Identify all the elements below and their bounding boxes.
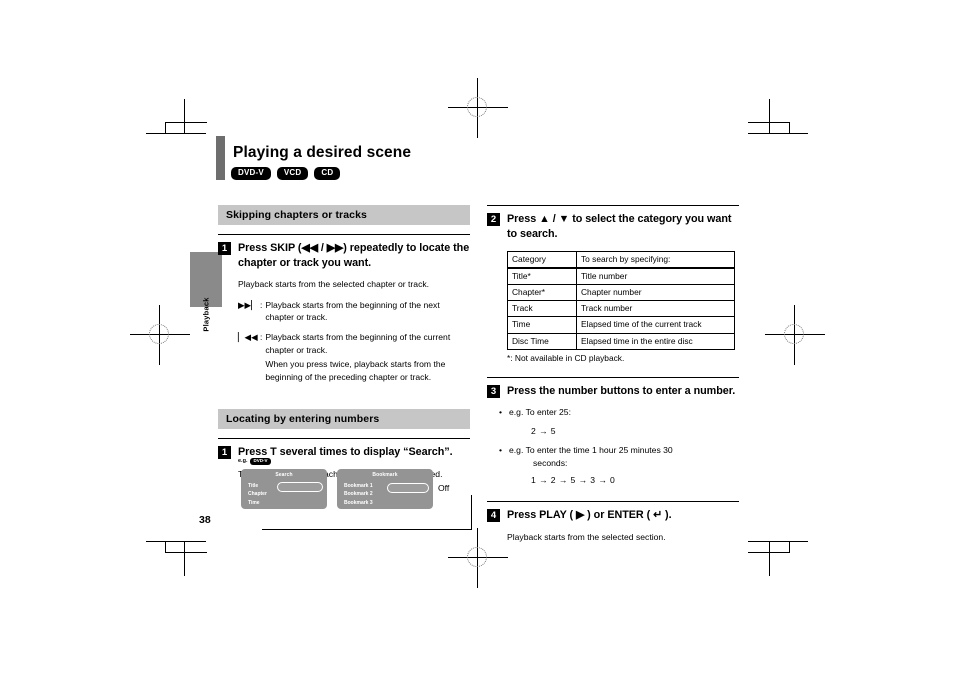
step-3: 3 Press the number buttons to enter a nu… xyxy=(487,376,739,486)
page-canvas: Playing a desired scene DVD-V VCD CD Pla… xyxy=(0,0,954,675)
step-title: Press PLAY ( ▶ ) or ENTER ( ↵ ). xyxy=(507,509,672,522)
osd-diagram: e.g. DVD-V Search Title Chapter Time Boo… xyxy=(238,458,478,538)
symbol-text-extra: When you press twice, playback starts fr… xyxy=(265,359,446,382)
table-cell-description: Elapsed time in the entire disc xyxy=(576,332,735,350)
disc-badge-dvd-v: DVD-V xyxy=(231,167,271,180)
table-header-description: To search by specifying: xyxy=(576,251,735,270)
example-sequence-2: 1 → 2 → 5 → 3 → 0 xyxy=(531,475,616,486)
osd-row-title: Title xyxy=(248,483,259,489)
symbol-row-current: ▏◀◀ : Playback starts from the beginning… xyxy=(218,331,470,383)
side-tab-label: Playback xyxy=(201,297,211,332)
osd-row-chapter: Chapter xyxy=(248,491,267,498)
osd-row-time: Time xyxy=(248,499,260,506)
osd-row-bookmark-1: Bookmark 1 xyxy=(344,483,373,489)
step-2: 2 Press ▲ / ▼ to select the category you… xyxy=(487,205,739,363)
symbol-text: Playback starts from the beginning of th… xyxy=(265,332,451,355)
step-number-badge: 4 xyxy=(487,509,500,523)
step-number-badge: 3 xyxy=(487,384,500,398)
step-number-badge: 1 xyxy=(218,446,231,460)
step-skip-1: 1 Press SKIP (◀◀ / ▶▶) repeatedly to loc… xyxy=(218,234,470,383)
table-footnote: *: Not available in CD playback. xyxy=(507,352,625,363)
skip-back-icon: ▏◀◀ : xyxy=(238,332,263,343)
table-row: Time Elapsed time of the current track xyxy=(507,316,735,334)
osd-row-bookmark-2: Bookmark 2 xyxy=(344,491,373,498)
step-number-badge: 1 xyxy=(218,242,231,255)
step-title: Press ▲ / ▼ to select the category you w… xyxy=(507,213,732,240)
osd-panel-title: Search xyxy=(275,472,293,478)
page-number: 38 xyxy=(199,514,211,526)
osd-panel-search: Search Title Chapter Time xyxy=(241,469,327,509)
osd-off-label: Off xyxy=(438,483,450,493)
table-row: Title* Title number xyxy=(507,267,735,286)
osd-panel-title: Bookmark xyxy=(372,472,398,478)
title-accent-bar xyxy=(216,136,225,180)
table-cell-description: Title number xyxy=(576,267,735,286)
registration-mark-right xyxy=(765,305,825,365)
osd-input-field xyxy=(277,482,323,492)
table-cell-description: Track number xyxy=(576,300,735,318)
disc-badge-group: DVD-V VCD CD xyxy=(231,167,341,180)
registration-mark-left xyxy=(130,305,190,365)
disc-badge-dvd-v-small: DVD-V xyxy=(250,458,271,465)
table-cell-category: Disc Time xyxy=(507,332,577,350)
disc-badge-cd: CD xyxy=(314,167,341,180)
table-cell-description: Chapter number xyxy=(576,284,735,302)
example-bullet-2-continued: seconds: xyxy=(533,458,568,469)
osd-input-field xyxy=(387,483,429,493)
example-label: e.g. xyxy=(238,458,248,465)
osd-panel-bookmark: Bookmark Bookmark 1 Bookmark 2 Bookmark … xyxy=(337,469,433,509)
step-body: Playback starts from the selected chapte… xyxy=(238,279,430,290)
table-row: Chapter* Chapter number xyxy=(507,284,735,302)
table-cell-category: Chapter* xyxy=(507,284,577,302)
step-title: Press SKIP (◀◀ / ▶▶) repeatedly to locat… xyxy=(238,242,470,269)
step-body: Playback starts from the selected sectio… xyxy=(507,531,666,542)
page-title: Playing a desired scene xyxy=(233,144,412,161)
section-heading-skipping: Skipping chapters or tracks xyxy=(218,205,470,225)
diagram-leader-line-horizontal xyxy=(262,529,472,530)
diagram-leader-line-vertical xyxy=(471,495,472,530)
example-bullet-1: e.g. To enter 25: xyxy=(487,406,739,419)
table-header-row: Category To search by specifying: xyxy=(507,251,735,270)
table-cell-category: Title* xyxy=(507,267,577,286)
example-label-group: e.g. DVD-V xyxy=(238,458,271,465)
table-row: Disc Time Elapsed time in the entire dis… xyxy=(507,332,735,350)
table-cell-description: Elapsed time of the current track xyxy=(576,316,735,334)
osd-row-list: Title Chapter Time xyxy=(248,482,267,507)
skip-forward-icon: ▶▶▏ : xyxy=(238,299,263,310)
example-bullet-2: e.g. To enter the time 1 hour 25 minutes… xyxy=(487,444,739,457)
symbol-text: Playback starts from the beginning of th… xyxy=(265,299,440,323)
category-table: Category To search by specifying: Title*… xyxy=(507,251,735,350)
step-4: 4 Press PLAY ( ▶ ) or ENTER ( ↵ ). Playb… xyxy=(487,501,739,543)
disc-badge-vcd: VCD xyxy=(276,167,309,180)
registration-mark-top xyxy=(448,78,508,138)
right-column: 2 Press ▲ / ▼ to select the category you… xyxy=(487,205,739,543)
left-column: Skipping chapters or tracks 1 Press SKIP… xyxy=(218,205,470,480)
table-header-category: Category xyxy=(507,251,577,270)
example-sequence-1: 2 → 5 xyxy=(531,425,556,436)
table-row: Track Track number xyxy=(507,300,735,318)
step-number-badge: 2 xyxy=(487,213,500,226)
osd-row-bookmark-3: Bookmark 3 xyxy=(344,499,373,506)
step-title: Press the number buttons to enter a numb… xyxy=(507,384,736,397)
symbol-row-next: ▶▶▏ : Playback starts from the beginning… xyxy=(218,299,470,324)
section-heading-locating: Locating by entering numbers xyxy=(218,409,470,430)
table-cell-category: Time xyxy=(507,316,577,334)
table-cell-category: Track xyxy=(507,300,577,318)
osd-row-list: Bookmark 1 Bookmark 2 Bookmark 3 xyxy=(344,482,373,507)
